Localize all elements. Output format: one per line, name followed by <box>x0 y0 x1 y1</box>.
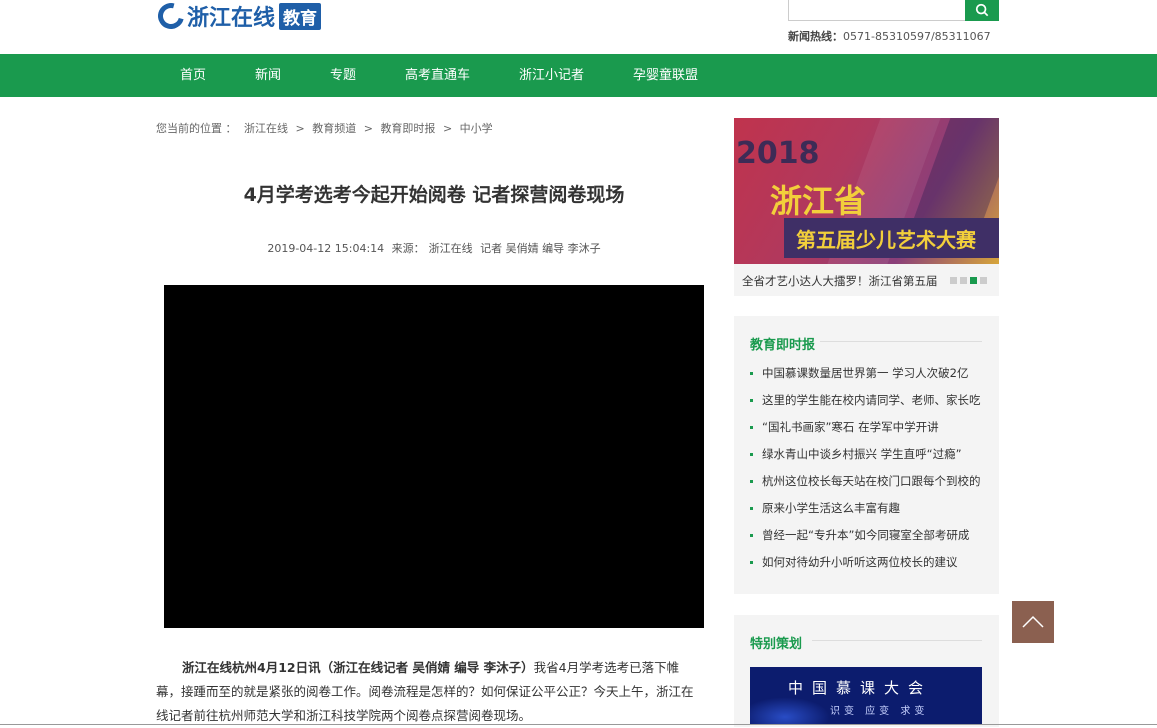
nav-item-home[interactable]: 首页 <box>180 54 206 97</box>
carousel-dot[interactable] <box>980 277 987 284</box>
news-link[interactable]: 原来小学生活这么丰富有趣 <box>762 501 900 515</box>
carousel-dot[interactable] <box>960 277 967 284</box>
breadcrumb: 您当前的位置 ： 浙江在线 > 教育频道 > 教育即时报 > 中小学 <box>156 120 497 136</box>
panel-divider <box>812 640 982 641</box>
panel-title: 特别策划 <box>750 637 803 652</box>
breadcrumb-item[interactable]: 教育即时报 <box>380 122 435 135</box>
logo-text: 浙江在线 <box>187 6 276 31</box>
article-lead: 浙江在线杭州4月12日讯（浙江在线记者 吴俏婧 编导 李沐子）我省4月学考选考已… <box>156 656 704 728</box>
search-input[interactable] <box>788 0 966 21</box>
site-logo[interactable]: 浙江在线 教育 <box>153 0 322 34</box>
panel-title: 教育即时报 <box>750 338 816 353</box>
carousel-dot-active[interactable] <box>970 277 977 284</box>
panel-divider <box>820 341 982 342</box>
article-lead-bold: 浙江在线杭州4月12日讯（浙江在线记者 吴俏婧 编导 李沐子） <box>182 660 534 675</box>
page-divider <box>0 724 1157 725</box>
main-nav: 首页 新闻 专题 高考直通车 浙江小记者 孕婴童联盟 <box>0 54 1157 97</box>
news-link[interactable]: 杭州这位校长每天站在校门口跟每个到校的 <box>762 474 981 488</box>
banner-province: 浙江省 <box>770 182 867 220</box>
list-item[interactable]: 绿水青山中谈乡村振兴 学生直呼“过瘾” <box>750 446 962 462</box>
banner-decoration <box>750 697 830 725</box>
nav-item-gaokao[interactable]: 高考直通车 <box>405 54 470 97</box>
banner-event: 第五届少儿艺术大赛 <box>796 228 976 252</box>
article-source[interactable]: 浙江在线 <box>429 242 473 255</box>
nav-item-baby-alliance[interactable]: 孕婴童联盟 <box>633 54 698 97</box>
breadcrumb-item[interactable]: 中小学 <box>460 122 493 135</box>
article-datetime: 2019-04-12 15:04:14 <box>267 242 385 255</box>
breadcrumb-item[interactable]: 教育频道 <box>312 122 356 135</box>
news-link[interactable]: 曾经一起“专升本”如今同寝室全部考研成 <box>762 528 969 542</box>
nav-item-topics[interactable]: 专题 <box>330 54 356 97</box>
hotline-label: 新闻热线： <box>788 30 843 43</box>
image-carousel: 2018 浙江省 第五届少儿艺术大赛 全省才艺小达人大擂罗！浙江省第五届 <box>734 118 999 296</box>
banner-year: 2018 <box>736 136 820 171</box>
article-title: 4月学考选考今起开始阅卷 记者探营阅卷现场 <box>243 184 625 206</box>
carousel-dot[interactable] <box>950 277 957 284</box>
top-header: 浙江在线 教育 新闻热线：0571-85310597/85311067 <box>0 0 1157 54</box>
nav-item-news[interactable]: 新闻 <box>255 54 281 97</box>
mooc-banner-subtitle: 识变 应变 求变 <box>830 706 929 717</box>
bullet-icon <box>750 399 753 402</box>
bullet-icon <box>750 480 753 483</box>
bullet-icon <box>750 561 753 564</box>
bullet-icon <box>750 534 753 537</box>
nav-item-young-reporter[interactable]: 浙江小记者 <box>519 54 584 97</box>
carousel-caption[interactable]: 全省才艺小达人大擂罗！浙江省第五届 <box>742 273 938 289</box>
mooc-banner[interactable]: 中国慕课大会 识变 应变 求变 <box>750 667 982 725</box>
search-button[interactable] <box>965 0 999 21</box>
article-meta: 2019-04-12 15:04:14 来源： 浙江在线 记者 吴俏婧 编导 李沐… <box>156 240 712 256</box>
logo-badge: 教育 <box>279 2 322 30</box>
carousel-banner[interactable]: 2018 浙江省 第五届少儿艺术大赛 <box>734 118 999 264</box>
list-item[interactable]: 曾经一起“专升本”如今同寝室全部考研成 <box>750 527 969 543</box>
breadcrumb-separator: > <box>442 122 453 135</box>
back-to-top-button[interactable] <box>1012 601 1054 643</box>
breadcrumb-separator: > <box>363 122 373 135</box>
article-byline: 记者 吴俏婧 编导 李沐子 <box>480 242 601 255</box>
mooc-banner-title: 中国慕课大会 <box>788 679 933 697</box>
chevron-up-icon <box>1022 615 1044 628</box>
list-item[interactable]: 中国慕课数量居世界第一 学习人次破2亿 <box>750 365 968 381</box>
breadcrumb-prefix: 您当前的位置 ： <box>156 122 237 135</box>
breadcrumb-item[interactable]: 浙江在线 <box>244 122 288 135</box>
source-label: 来源： <box>391 242 425 255</box>
logo-icon <box>153 0 189 34</box>
list-item[interactable]: 原来小学生活这么丰富有趣 <box>750 500 900 516</box>
news-link[interactable]: 如何对待幼升小听听这两位校长的建议 <box>762 555 958 569</box>
news-link[interactable]: 这里的学生能在校内请同学、老师、家长吃 <box>762 393 981 407</box>
news-panel: 教育即时报 中国慕课数量居世界第一 学习人次破2亿 这里的学生能在校内请同学、老… <box>734 316 999 594</box>
bullet-icon <box>750 372 753 375</box>
news-link[interactable]: “国礼书画家”寒石 在学军中学开讲 <box>762 420 939 434</box>
list-item[interactable]: “国礼书画家”寒石 在学军中学开讲 <box>750 419 939 435</box>
list-item[interactable]: 这里的学生能在校内请同学、老师、家长吃 <box>750 392 981 408</box>
list-item[interactable]: 如何对待幼升小听听这两位校长的建议 <box>750 554 958 570</box>
bullet-icon <box>750 453 753 456</box>
bullet-icon <box>750 426 753 429</box>
search-icon <box>975 3 989 16</box>
video-player[interactable] <box>164 285 704 628</box>
list-item[interactable]: 杭州这位校长每天站在校门口跟每个到校的 <box>750 473 981 489</box>
hotline: 新闻热线：0571-85310597/85311067 <box>788 28 991 44</box>
breadcrumb-separator: > <box>295 122 305 135</box>
news-link[interactable]: 绿水青山中谈乡村振兴 学生直呼“过瘾” <box>762 447 962 461</box>
hotline-number: 0571-85310597/85311067 <box>843 30 991 43</box>
special-panel: 特别策划 中国慕课大会 识变 应变 求变 <box>734 615 999 727</box>
bullet-icon <box>750 507 753 510</box>
carousel-dots <box>950 277 987 284</box>
news-link[interactable]: 中国慕课数量居世界第一 学习人次破2亿 <box>762 366 968 380</box>
